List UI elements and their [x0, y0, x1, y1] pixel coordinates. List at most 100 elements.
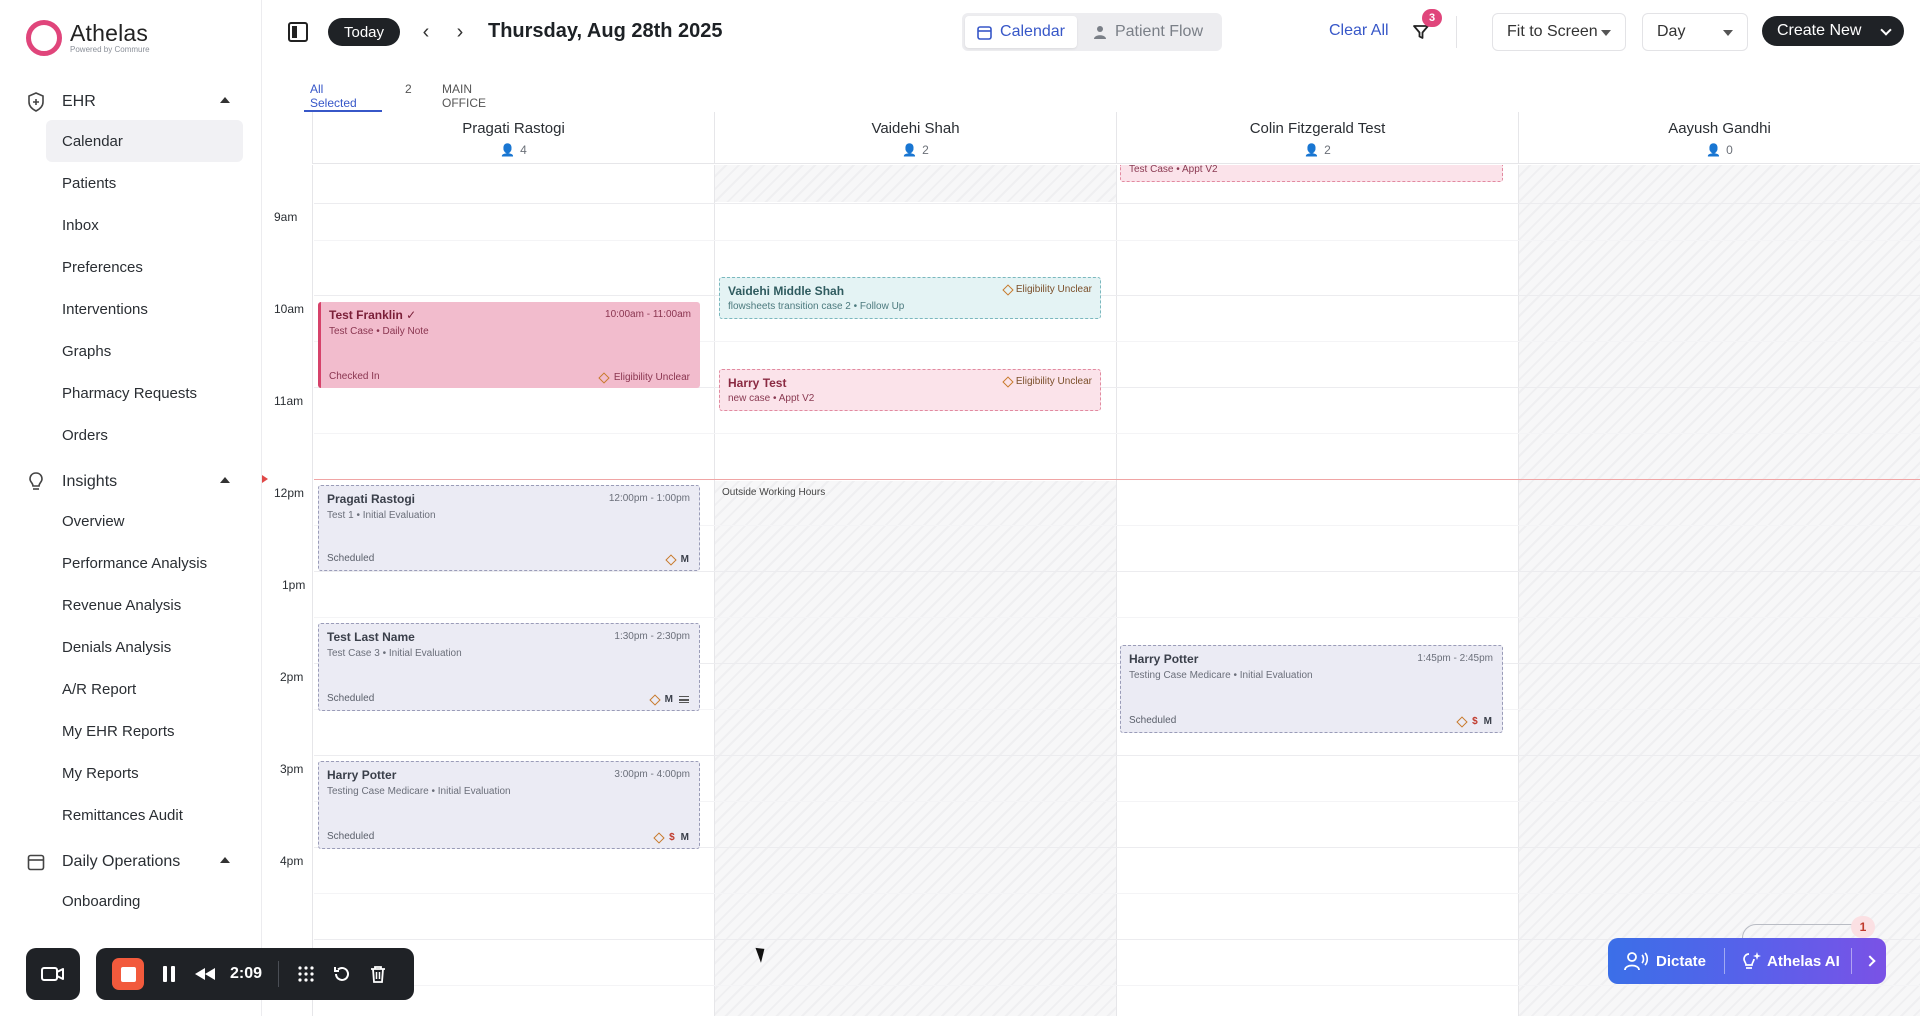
sidebar-item-overview[interactable]: Overview: [46, 500, 243, 542]
provider-name: Aayush Gandhi: [1668, 120, 1771, 137]
clear-all-link[interactable]: Clear All: [1329, 22, 1389, 40]
diamond-icon: [1002, 375, 1014, 388]
sidebar: Athelas Powered by Commure EHR Calendar …: [0, 0, 262, 1016]
section-insights[interactable]: Insights: [0, 464, 261, 500]
hour-line: [314, 755, 1920, 756]
pause-button[interactable]: [158, 963, 180, 985]
column-header[interactable]: Vaidehi Shah 👤 2: [714, 112, 1116, 164]
chevron-right-icon[interactable]: ›: [448, 20, 472, 44]
sidebar-item-performance-analysis[interactable]: Performance Analysis: [46, 542, 243, 584]
half-hour-line: [314, 617, 1920, 618]
diamond-icon: [1002, 283, 1014, 296]
sidebar-item-remittances-audit[interactable]: Remittances Audit: [46, 794, 243, 836]
section-label: EHR: [62, 93, 96, 110]
column-header[interactable]: Colin Fitzgerald Test 👤 2: [1116, 112, 1518, 164]
column-header[interactable]: Aayush Gandhi 👤 0: [1518, 112, 1920, 164]
rewind-button[interactable]: [194, 963, 216, 985]
sidebar-toggle-icon[interactable]: [288, 22, 308, 42]
appointment-card[interactable]: Pragati Rastogi Test 1 • Initial Evaluat…: [318, 485, 700, 571]
dictate-button[interactable]: Dictate: [1608, 938, 1724, 984]
section-ehr[interactable]: EHR: [0, 84, 261, 120]
column-body[interactable]: [312, 165, 714, 1016]
appointment-card[interactable]: Test Last Name Test Case 3 • Initial Eva…: [318, 623, 700, 711]
ai-assistant-bar: Dictate Athelas AI: [1608, 938, 1886, 984]
sidebar-item-onboarding[interactable]: Onboarding: [46, 880, 243, 922]
trash-icon: [371, 966, 386, 983]
diamond-icon: [664, 553, 677, 566]
current-time-line: [314, 479, 1920, 480]
calendar-grid: Pragati Rastogi 👤 4 Vaidehi Shah 👤 2 Colin…: [262, 112, 1920, 1016]
lightbulb-icon: [26, 472, 46, 492]
provider-name: Pragati Rastogi: [462, 120, 565, 137]
filter-button[interactable]: 3: [1410, 9, 1442, 44]
appointment-card[interactable]: Vaidehi Middle Shah flowsheets transitio…: [719, 277, 1101, 319]
delete-button[interactable]: [367, 963, 389, 985]
column-body[interactable]: [1116, 165, 1518, 1016]
tab-main-office[interactable]: MAIN OFFICE: [442, 82, 486, 110]
sidebar-item-patients[interactable]: Patients: [46, 162, 243, 204]
chevron-left-icon[interactable]: ‹: [414, 20, 438, 44]
sidebar-item-preferences[interactable]: Preferences: [46, 246, 243, 288]
camera-toggle-button[interactable]: [26, 948, 80, 1000]
fit-to-screen-dropdown[interactable]: Fit to Screen: [1492, 13, 1626, 51]
recording-toolbar: 2:09: [96, 948, 414, 1000]
create-new-button[interactable]: Create New: [1762, 16, 1904, 46]
tab-label: Calendar: [1000, 23, 1065, 40]
button-label: Create New: [1777, 22, 1862, 39]
sidebar-item-inbox[interactable]: Inbox: [46, 204, 243, 246]
appointment-card[interactable]: Harry Test new case • Appt V2 Eligibilit…: [719, 369, 1101, 411]
sidebar-item-denials-analysis[interactable]: Denials Analysis: [46, 626, 243, 668]
sidebar-item-my-reports[interactable]: My Reports: [46, 752, 243, 794]
date-title: Thursday, Aug 28th 2025: [488, 20, 723, 42]
appointment-time: 1:30pm - 2:30pm: [614, 631, 690, 642]
tab-patient-flow[interactable]: Patient Flow: [1077, 16, 1219, 48]
appointment-count: 👤 4: [313, 143, 714, 157]
video-camera-icon: [41, 967, 64, 981]
sidebar-item-pharmacy-requests[interactable]: Pharmacy Requests: [46, 372, 243, 414]
appointment-details: Test Case • Daily Note: [329, 326, 429, 337]
tab-calendar[interactable]: Calendar: [965, 16, 1077, 48]
athelas-ai-button[interactable]: Athelas AI: [1725, 951, 1851, 971]
appointment-card[interactable]: Test Case • Appt V2: [1120, 165, 1503, 182]
brand-logo[interactable]: Athelas Powered by Commure: [26, 20, 150, 56]
dropdown-value: Day: [1657, 23, 1686, 40]
appointment-card[interactable]: Harry Potter Testing Case Medicare • Ini…: [318, 761, 700, 849]
grid-dots-icon: [298, 966, 314, 982]
tab-all-selected[interactable]: All Selected: [310, 82, 357, 110]
column-body[interactable]: [1518, 165, 1920, 1016]
appointment-details: Testing Case Medicare • Initial Evaluati…: [327, 786, 511, 797]
chevron-up-icon: [220, 477, 230, 483]
brand-subtitle: Powered by Commure: [70, 45, 150, 54]
flag-m: M: [680, 832, 689, 843]
dollar-icon: $: [1472, 716, 1478, 727]
appointment-card[interactable]: Test Franklin ✓ Test Case • Daily Note 1…: [318, 302, 700, 388]
range-dropdown[interactable]: Day: [1642, 13, 1748, 51]
section-daily-operations[interactable]: Daily Operations: [0, 844, 261, 880]
user-icon: 👤: [1304, 143, 1320, 157]
grid-button[interactable]: [295, 963, 317, 985]
appointment-flags: $ M: [1456, 715, 1492, 728]
sidebar-item-calendar[interactable]: Calendar: [46, 120, 243, 162]
sidebar-item-my-ehr-reports[interactable]: My EHR Reports: [46, 710, 243, 752]
restart-icon: [334, 966, 350, 981]
appointment-details: Testing Case Medicare • Initial Evaluati…: [1129, 670, 1313, 681]
sidebar-item-interventions[interactable]: Interventions: [46, 288, 243, 330]
sidebar-item-ar-report[interactable]: A/R Report: [46, 668, 243, 710]
sidebar-item-orders[interactable]: Orders: [46, 414, 243, 456]
expand-ai-button[interactable]: [1852, 938, 1876, 984]
brand-name: Athelas: [70, 20, 149, 46]
sidebar-item-revenue-analysis[interactable]: Revenue Analysis: [46, 584, 243, 626]
column-header[interactable]: Pragati Rastogi 👤 4: [312, 112, 714, 164]
stop-recording-button[interactable]: [112, 958, 144, 990]
restart-button[interactable]: [331, 963, 353, 985]
today-button[interactable]: Today: [328, 18, 400, 46]
flag-m: M: [680, 554, 689, 565]
notification-badge[interactable]: 1: [1851, 916, 1875, 938]
appointment-count: 👤 0: [1519, 143, 1920, 157]
appointment-card[interactable]: Harry Potter Testing Case Medicare • Ini…: [1120, 645, 1503, 733]
sidebar-item-graphs[interactable]: Graphs: [46, 330, 243, 372]
eligibility-text: Eligibility Unclear: [613, 372, 690, 383]
outside-hours-block: [715, 165, 1116, 202]
hour-line: [314, 571, 1920, 572]
count-value: 2: [922, 143, 929, 157]
